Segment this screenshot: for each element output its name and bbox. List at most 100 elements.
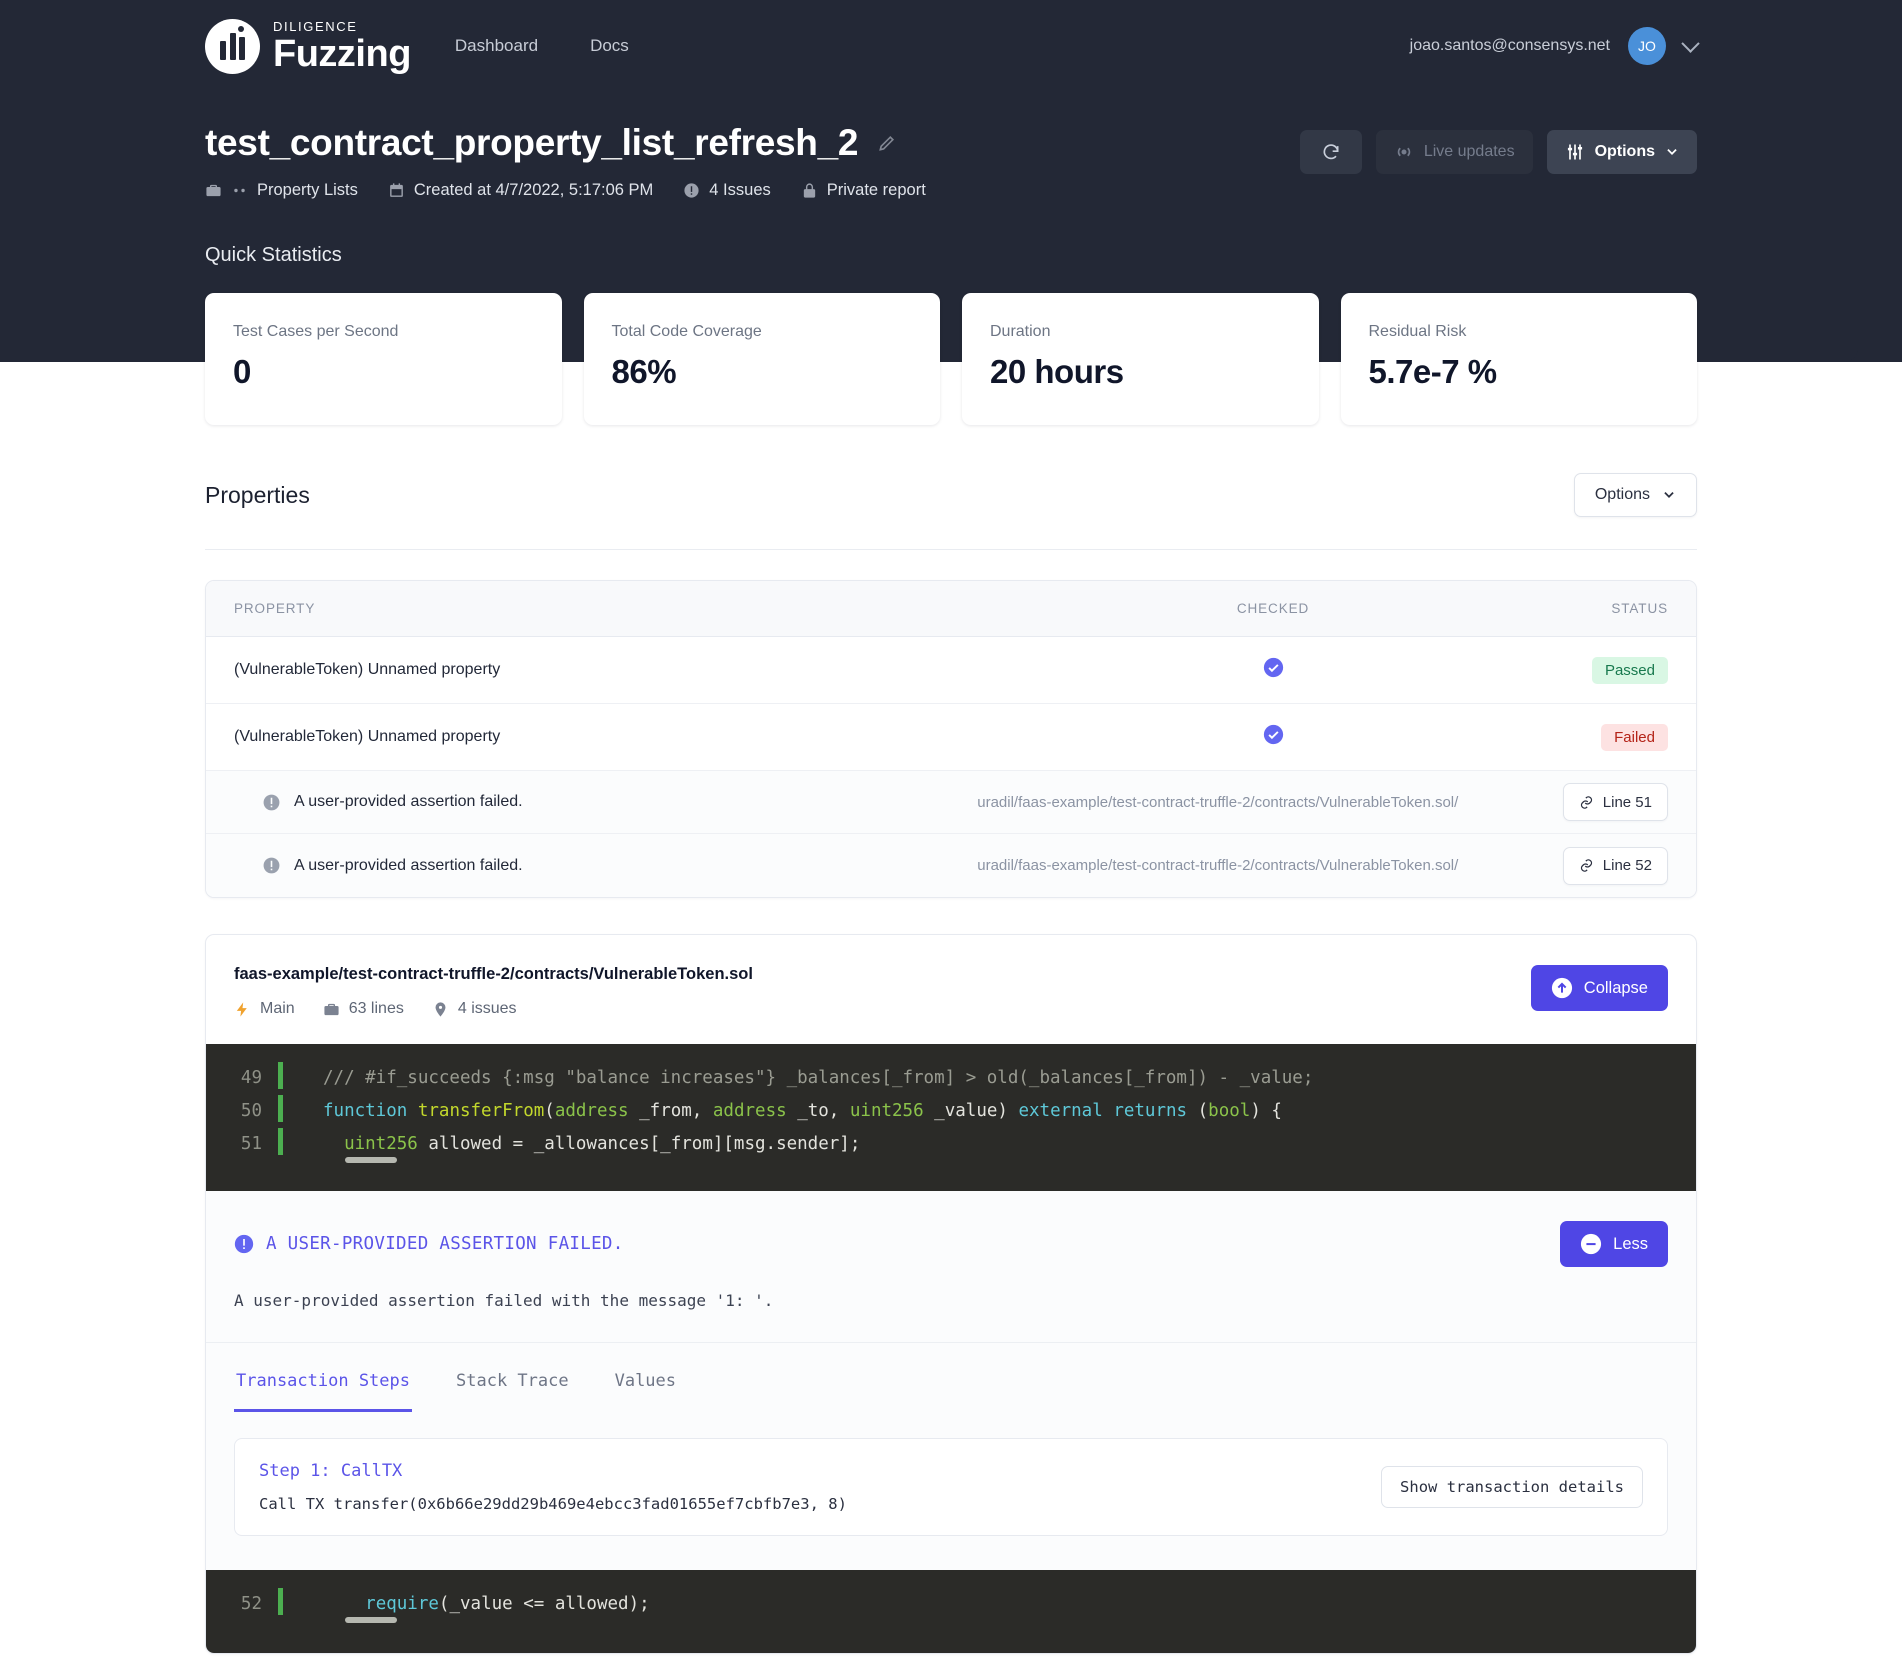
less-button[interactable]: Less [1560, 1221, 1668, 1267]
issue-line-button[interactable]: Line 52 [1562, 846, 1668, 885]
brand-title: Fuzzing [273, 32, 411, 75]
meta-property-lists-label: Property Lists [257, 181, 358, 199]
column-header-status: STATUS [1611, 601, 1668, 616]
options-button-properties[interactable]: Options [1573, 473, 1697, 517]
code-line: 49 /// #if_succeeds {:msg "balance incre… [206, 1062, 1696, 1095]
status-badge: Passed [1591, 656, 1668, 684]
status-badge: Failed [1601, 723, 1668, 751]
meta-created-at: Created at 4/7/2022, 5:17:06 PM [388, 181, 653, 200]
live-updates-button[interactable]: Live updates [1375, 130, 1533, 174]
collapse-label: Collapse [1583, 978, 1648, 997]
code-line-number: 51 [240, 1134, 262, 1154]
issue-line-button[interactable]: Line 51 [1562, 783, 1668, 821]
tab-transaction-steps[interactable]: Transaction Steps [234, 1343, 412, 1412]
stat-card-residual-risk: Residual Risk 5.7e-7 % [1340, 293, 1697, 425]
file-meta-branch-label: Main [260, 1000, 295, 1017]
property-name: (VulnerableToken) Unnamed property [234, 661, 501, 678]
stat-label: Residual Risk [1368, 323, 1467, 340]
nav-link-dashboard[interactable]: Dashboard [455, 36, 538, 56]
nav-link-docs[interactable]: Docs [590, 36, 629, 56]
file-meta-issues: 4 issues [432, 1000, 517, 1018]
table-row[interactable]: (VulnerableToken) Unnamed property Passe… [206, 637, 1696, 704]
options-label-top: Options [1594, 143, 1655, 160]
file-panel-header: faas-example/test-contract-truffle-2/con… [206, 935, 1696, 1044]
stat-card-tests-per-second: Test Cases per Second 0 [205, 293, 562, 425]
issue-row[interactable]: A user-provided assertion failed. uradil… [206, 834, 1696, 897]
table-row[interactable]: (VulnerableToken) Unnamed property Faile… [206, 704, 1696, 771]
stat-value: 86% [611, 353, 677, 390]
issue-title: A user-provided assertion failed. [294, 856, 523, 874]
file-meta-lines-label: 63 lines [348, 1000, 404, 1017]
less-label: Less [1613, 1234, 1648, 1253]
code-line-text: uint256 allowed = _allowances[_from][msg… [283, 1128, 860, 1163]
file-meta-issues-label: 4 issues [457, 1000, 517, 1017]
minus-circle-icon [1581, 1233, 1602, 1255]
top-navigation: DILIGENCE Fuzzing Dashboard Docs joao.sa… [205, 0, 1700, 92]
pin-icon [435, 1001, 446, 1017]
check-circle-icon [1263, 657, 1283, 678]
chevron-down-icon[interactable] [1681, 33, 1700, 53]
edit-pencil-icon[interactable] [877, 133, 897, 153]
transaction-step-body: Call TX transfer(0x6b66e29dd29b469e4ebcc… [259, 1495, 847, 1513]
link-icon [1580, 859, 1592, 872]
table-header-row: PROPERTY CHECKED STATUS [206, 581, 1696, 637]
stat-card-duration: Duration 20 hours [962, 293, 1319, 425]
stat-value: 5.7e-7 % [1368, 353, 1498, 390]
collapse-button[interactable]: Collapse [1530, 965, 1668, 1011]
refresh-button[interactable] [1299, 130, 1362, 174]
sliders-icon [1567, 144, 1582, 160]
alert-circle-icon [684, 183, 699, 198]
report-header: test_contract_property_list_refresh_2 Pr… [205, 122, 1697, 200]
issue-row[interactable]: A user-provided assertion failed. uradil… [206, 771, 1696, 834]
properties-header: Properties Options [205, 473, 1697, 517]
code-line-text: /// #if_succeeds {:msg "balance increase… [323, 1068, 1314, 1088]
transaction-step-card: Step 1: CallTX Call TX transfer(0x6b66e2… [234, 1438, 1668, 1536]
options-button-top[interactable]: Options [1546, 130, 1697, 174]
user-menu: joao.santos@consensys.net JO [1409, 27, 1700, 65]
quick-statistics-grid: Test Cases per Second 0 Total Code Cover… [205, 293, 1697, 425]
link-icon [1580, 795, 1592, 809]
meta-private-label: Private report [826, 181, 926, 199]
tab-stack-trace[interactable]: Stack Trace [454, 1343, 571, 1412]
code-block-bottom: 52 require(_value <= allowed); [206, 1570, 1696, 1653]
file-info: faas-example/test-contract-truffle-2/con… [234, 965, 753, 1018]
code-line-number: 52 [240, 1594, 262, 1614]
property-name: (VulnerableToken) Unnamed property [234, 728, 501, 745]
avatar[interactable]: JO [1628, 27, 1666, 65]
assertion-title: A USER-PROVIDED ASSERTION FAILED. [266, 1234, 624, 1254]
properties-divider [205, 549, 1697, 550]
logo-mark-icon [205, 18, 260, 74]
stat-label: Duration [990, 323, 1051, 340]
brand-logo[interactable]: DILIGENCE Fuzzing [205, 18, 411, 75]
assertion-header: A USER-PROVIDED ASSERTION FAILED. Less [234, 1221, 1668, 1267]
properties-table: PROPERTY CHECKED STATUS (VulnerableToken… [205, 580, 1697, 898]
assertion-panel: A USER-PROVIDED ASSERTION FAILED. Less A… [206, 1191, 1696, 1342]
live-updates-label: Live updates [1423, 143, 1515, 160]
user-email: joao.santos@consensys.net [1409, 37, 1610, 54]
status-cell: Failed [1438, 723, 1668, 751]
check-circle-icon [1263, 724, 1283, 745]
show-transaction-details-button[interactable]: Show transaction details [1381, 1466, 1643, 1508]
issue-title-wrap: A user-provided assertion failed. [234, 856, 873, 875]
code-line: 50 function transferFrom(address _from, … [206, 1095, 1696, 1128]
issue-path: uradil/faas-example/test-contract-truffl… [977, 793, 1459, 811]
file-meta-branch: Main [234, 1000, 295, 1018]
issue-line-label: Line 52 [1602, 857, 1652, 874]
stat-label: Total Code Coverage [611, 323, 762, 340]
dots-icon [234, 188, 245, 193]
logo-dot-icon [238, 26, 244, 32]
calendar-icon [390, 183, 403, 197]
meta-private-report: Private report [801, 181, 926, 200]
tab-values[interactable]: Values [613, 1343, 678, 1412]
nav-links: Dashboard Docs [455, 36, 629, 56]
logo-bars-icon [220, 32, 245, 60]
column-header-property: PROPERTY [234, 601, 316, 616]
chevron-down-icon [1667, 149, 1677, 155]
stat-value: 20 hours [990, 353, 1124, 390]
alert-circle-icon [263, 794, 280, 810]
brand-subtitle: DILIGENCE [273, 18, 358, 34]
transaction-steps-panel: Step 1: CallTX Call TX transfer(0x6b66e2… [206, 1412, 1696, 1570]
code-line: 52 require(_value <= allowed); [206, 1588, 1696, 1623]
stat-label: Test Cases per Second [233, 323, 399, 340]
report-title-block: test_contract_property_list_refresh_2 Pr… [205, 122, 1300, 200]
